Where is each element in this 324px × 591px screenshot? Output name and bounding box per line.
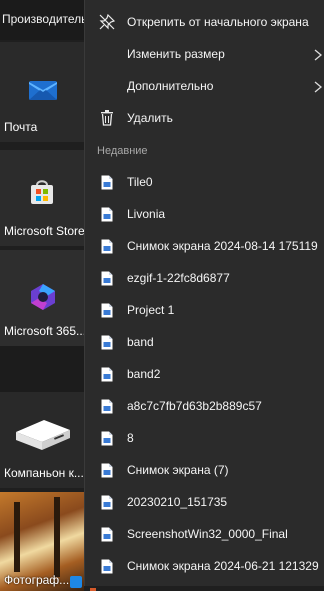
photos-icon: [70, 576, 82, 588]
document-icon: [99, 270, 115, 286]
recent-item[interactable]: a8c7c7fb7d63b2b889c57: [85, 390, 324, 422]
recent-item-label: 8: [127, 431, 134, 445]
start-menu-screen: Производительность Почта Microsoft Store: [0, 0, 324, 591]
recent-item[interactable]: band: [85, 326, 324, 358]
microsoft-365-icon: [28, 282, 58, 317]
tile-label: Microsoft Store: [4, 224, 84, 238]
recent-item[interactable]: band2: [85, 358, 324, 390]
recent-item-label: Снимок экрана 2024-08-14 175119: [127, 239, 318, 253]
document-icon: [99, 430, 115, 446]
tile-label: Microsoft 365...: [4, 324, 84, 338]
photo-tree-trunk: [54, 497, 60, 577]
trash-icon: [99, 110, 115, 126]
document-icon: [99, 462, 115, 478]
document-icon: [99, 398, 115, 414]
store-icon: [28, 178, 56, 211]
recent-section-header: Недавние: [97, 145, 148, 157]
recent-item[interactable]: Project 1: [85, 294, 324, 326]
document-icon: [99, 526, 115, 542]
photo-tree-trunk: [14, 502, 20, 572]
menu-item-resize[interactable]: Изменить размер: [85, 38, 324, 70]
recent-item[interactable]: ezgif-1-22fc8d6877: [85, 262, 324, 294]
recent-item[interactable]: Livonia: [85, 198, 324, 230]
unpin-icon: [99, 14, 115, 30]
document-icon: [99, 494, 115, 510]
recent-item[interactable]: 20230210_151735: [85, 486, 324, 518]
recent-item-label: Livonia: [127, 207, 166, 221]
chevron-right-icon: [313, 80, 323, 93]
document-icon: [99, 302, 115, 318]
recent-item-label: band2: [127, 367, 161, 381]
recent-item-label: Tile0: [127, 175, 153, 189]
recent-item-label: ezgif-1-22fc8d6877: [127, 271, 230, 285]
document-icon: [99, 558, 115, 574]
document-icon: [99, 238, 115, 254]
tile-label: Фотограф...: [4, 573, 70, 587]
menu-item-more[interactable]: Дополнительно: [85, 70, 324, 102]
document-icon: [99, 334, 115, 350]
empty-tile-area: [0, 346, 84, 392]
tile-label: Компаньон к...: [4, 466, 84, 480]
recent-item[interactable]: Снимок экрана 2024-06-21 121329: [85, 550, 324, 582]
menu-item-label: Удалить: [127, 111, 173, 125]
chevron-right-icon: [313, 48, 323, 61]
recent-item-label: 20230210_151735: [127, 495, 228, 509]
recent-item-label: a8c7c7fb7d63b2b889c57: [127, 399, 262, 413]
recent-item-label: band: [127, 335, 154, 349]
tile-microsoft-365[interactable]: Microsoft 365...: [0, 250, 84, 346]
mail-icon: [28, 78, 58, 107]
tile-photos[interactable]: Фотограф...: [0, 492, 84, 591]
recent-item-label: ScreenshotWin32_0000_Final: [127, 527, 288, 541]
document-icon: [99, 174, 115, 190]
recent-item[interactable]: Снимок экрана (7): [85, 454, 324, 486]
tile-label: Почта: [4, 120, 38, 134]
menu-item-label: Изменить размер: [127, 47, 225, 61]
recent-item-label: Снимок экрана (7): [127, 463, 229, 477]
group-header: Производительность: [0, 0, 84, 40]
menu-item-unpin[interactable]: Открепить от начального экрана: [85, 6, 324, 38]
recent-item[interactable]: Tile0: [85, 166, 324, 198]
menu-item-delete[interactable]: Удалить: [85, 102, 324, 134]
recent-item[interactable]: Снимок экрана 2024-08-14 175119: [85, 230, 324, 262]
companion-device-icon: [14, 418, 72, 457]
tile-companion[interactable]: Компаньон к...: [0, 392, 84, 488]
menu-item-label: Открепить от начального экрана: [127, 15, 309, 29]
menu-item-label: Дополнительно: [127, 79, 214, 93]
recent-item[interactable]: 8: [85, 422, 324, 454]
taskbar-edge: [84, 586, 324, 591]
recent-item-label: Project 1: [127, 303, 175, 317]
document-icon: [99, 206, 115, 222]
recent-item[interactable]: ScreenshotWin32_0000_Final: [85, 518, 324, 550]
recent-item-label: Снимок экрана 2024-06-21 121329: [127, 559, 319, 573]
context-menu: Открепить от начального экрана Изменить …: [84, 0, 324, 591]
document-icon: [99, 366, 115, 382]
tile-microsoft-store[interactable]: Microsoft Store: [0, 150, 84, 246]
tile-mail[interactable]: Почта: [0, 42, 84, 142]
